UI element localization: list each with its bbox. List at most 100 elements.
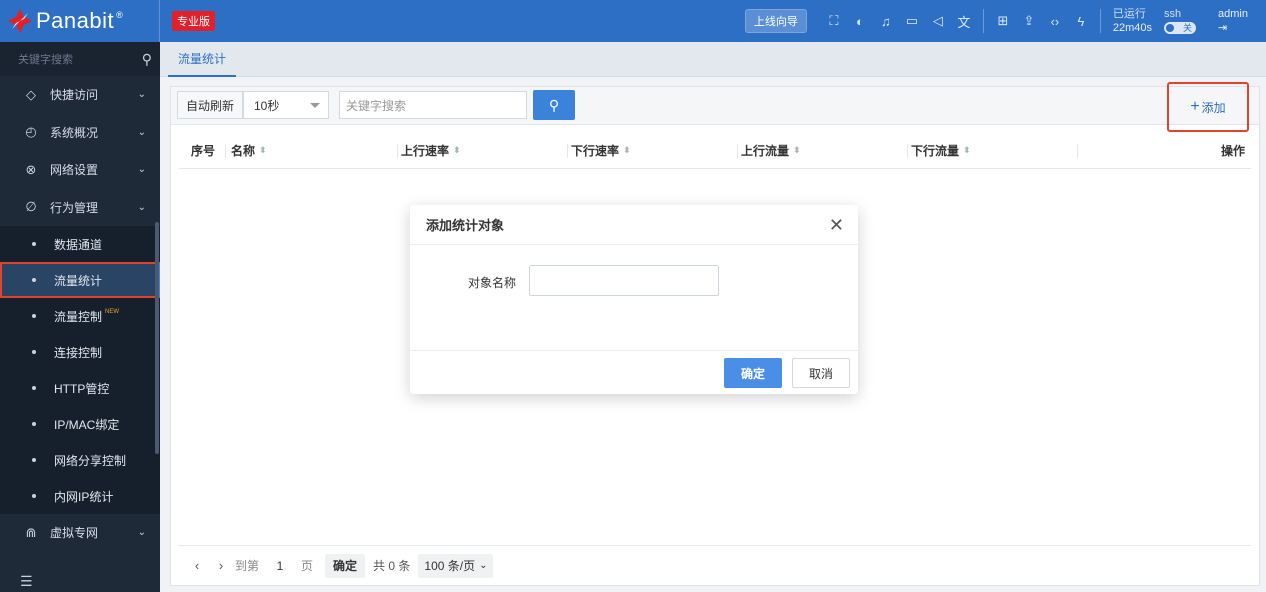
sidebar-item-ip-mac-binding[interactable]: IP/MAC绑定: [0, 406, 160, 442]
header-divider: [982, 9, 984, 33]
layout-icon[interactable]: ⊞: [990, 0, 1016, 42]
sidebar-group-overview[interactable]: ◴ 系统概况 ⌄: [0, 114, 160, 152]
sidebar-item-label: 流量控制: [54, 309, 103, 324]
logo[interactable]: Panabit ®: [0, 0, 160, 42]
setup-wizard-button[interactable]: 上线向导: [744, 9, 807, 33]
sort-icon[interactable]: ⬍: [259, 145, 267, 156]
gauge-icon: ◴: [25, 124, 37, 140]
add-button[interactable]: + 添加: [1167, 82, 1249, 132]
sidebar-group-quick-access[interactable]: ◇ 快捷访问 ⌄: [0, 76, 160, 114]
page-size-select[interactable]: 100 条/页 ⌄: [418, 553, 494, 578]
uptime-value: 22m40s: [1112, 22, 1153, 34]
sidebar-item-lan-ip-stats[interactable]: 内网IP统计: [0, 478, 160, 514]
logout-icon[interactable]: ⇥: [1218, 21, 1248, 35]
chevron-down-icon: ⌄: [479, 560, 488, 571]
keyword-search-input[interactable]: 关键字搜索: [339, 91, 527, 119]
column-divider: [225, 144, 226, 158]
translate-icon[interactable]: 文: [951, 0, 977, 42]
dialog-header: 添加统计对象 ✕: [410, 205, 858, 245]
brand-registered: ®: [116, 10, 123, 20]
dialog-title: 添加统计对象: [426, 218, 505, 233]
sidebar-item-connection-control[interactable]: 连接控制: [0, 334, 160, 370]
sidebar-item-traffic-stats[interactable]: 流量统计: [0, 262, 160, 298]
bullet-icon: [32, 314, 36, 318]
column-label: 操作: [1220, 144, 1245, 158]
column-header-upload-rate[interactable]: 上行速率 ⬍: [401, 132, 461, 169]
send-icon[interactable]: ◁: [925, 0, 951, 42]
goto-label: 到第: [235, 559, 260, 573]
sidebar-item-share-control[interactable]: 网络分享控制: [0, 442, 160, 478]
sort-icon[interactable]: ⬍: [963, 145, 971, 156]
confirm-button[interactable]: 确定: [724, 358, 782, 388]
close-icon[interactable]: ✕: [829, 215, 844, 236]
chevron-up-icon: ⌄: [137, 201, 146, 213]
upload-icon[interactable]: ⇪: [1016, 0, 1042, 42]
column-divider: [907, 144, 908, 158]
sidebar-item-traffic-control[interactable]: 流量控制 NEW: [0, 298, 160, 334]
refresh-interval-value: 10秒: [254, 98, 280, 113]
object-name-input[interactable]: [529, 265, 719, 296]
sidebar-item-data-channel[interactable]: 数据通道: [0, 226, 160, 262]
sort-icon[interactable]: ⬍: [793, 145, 801, 156]
column-label: 下行流量: [911, 144, 960, 158]
sidebar-item-label: 内网IP统计: [54, 489, 114, 504]
page-unit-label: 页: [301, 559, 314, 573]
column-header-name[interactable]: 名称 ⬍: [231, 132, 267, 169]
fullscreen-icon[interactable]: ⛶: [821, 0, 847, 42]
sidebar-item-label: IP/MAC绑定: [54, 417, 120, 432]
uptime-label: 已运行: [1112, 8, 1146, 20]
book-icon[interactable]: ▭: [899, 0, 925, 42]
bullet-icon: [32, 278, 36, 282]
bell-icon[interactable]: ♫: [873, 0, 899, 42]
tab-traffic-stats[interactable]: 流量统计: [168, 42, 237, 77]
user-menu[interactable]: admin ⇥: [1218, 7, 1248, 35]
sidebar-search-input[interactable]: 关键字搜索: [18, 51, 73, 67]
bullet-icon: [32, 242, 36, 246]
sidebar-group-vpn[interactable]: ⋒ 虚拟专网 ⌄: [0, 514, 160, 552]
bullet-icon: [32, 422, 36, 426]
sort-icon[interactable]: ⬍: [623, 145, 631, 156]
new-badge: NEW: [105, 309, 120, 315]
column-header-download-traffic[interactable]: 下行流量 ⬍: [911, 132, 971, 169]
dialog-footer: 确定 取消: [410, 351, 858, 394]
page-number-input[interactable]: 1: [263, 554, 297, 578]
brand-name: Panabit: [36, 8, 115, 33]
sidebar-group-label: 虚拟专网: [50, 526, 99, 541]
goto-confirm-button[interactable]: 确定: [325, 553, 366, 578]
sidebar-item-http-control[interactable]: HTTP管控: [0, 370, 160, 406]
page-size-value: 100 条/页: [424, 559, 476, 573]
cancel-button[interactable]: 取消: [792, 358, 850, 388]
sidebar-scrollbar[interactable]: [155, 222, 159, 454]
column-header-upload-traffic[interactable]: 上行流量 ⬍: [741, 132, 801, 169]
bullet-icon: [32, 350, 36, 354]
sidebar: 关键字搜索 ⚲ ◇ 快捷访问 ⌄ ◴ 系统概况 ⌄ ⊗ 网络设置 ⌄ ∅ 行为管…: [0, 42, 160, 592]
caret-down-icon: [310, 103, 320, 108]
sidebar-item-label: 连接控制: [54, 345, 103, 360]
sort-icon[interactable]: ⬍: [453, 145, 461, 156]
plus-icon: +: [1190, 98, 1200, 115]
sidebar-group-label: 行为管理: [50, 200, 99, 215]
code-icon[interactable]: ‹›: [1042, 0, 1068, 42]
dialog-body: 对象名称: [410, 245, 858, 351]
column-label: 名称: [231, 144, 256, 158]
total-count: 共 0 条: [373, 559, 411, 573]
column-header-actions: 操作: [1221, 132, 1245, 169]
header-actions: 上线向导 ⛶ ◐ ♫ ▭ ◁ 文 ⊞ ⇪ ‹› ϟ 已运行 22m40s ssh…: [744, 0, 1266, 42]
refresh-interval-select[interactable]: 10秒: [243, 91, 329, 119]
collapse-menu-icon[interactable]: ☰: [20, 573, 33, 590]
search-icon[interactable]: ⚲: [142, 51, 152, 68]
prev-page-icon[interactable]: ‹: [187, 558, 207, 573]
sidebar-search[interactable]: 关键字搜索 ⚲: [0, 42, 160, 76]
logo-mark-icon: [8, 9, 32, 33]
sidebar-group-network[interactable]: ⊗ 网络设置 ⌄: [0, 151, 160, 189]
palette-icon[interactable]: ◐: [847, 0, 873, 42]
column-header-download-rate[interactable]: 下行速率 ⬍: [571, 132, 631, 169]
sidebar-group-behavior[interactable]: ∅ 行为管理 ⌄: [0, 189, 160, 227]
network-icon: ⊗: [25, 161, 37, 177]
pagination: ‹ › 到第 1 页 确定 共 0 条 100 条/页 ⌄: [179, 545, 1251, 585]
sidebar-item-label: HTTP管控: [54, 381, 110, 396]
next-page-icon[interactable]: ›: [211, 558, 231, 573]
bolt-icon[interactable]: ϟ: [1068, 0, 1094, 42]
search-button[interactable]: ⚲: [533, 90, 575, 120]
ssh-toggle[interactable]: 关: [1164, 22, 1197, 35]
